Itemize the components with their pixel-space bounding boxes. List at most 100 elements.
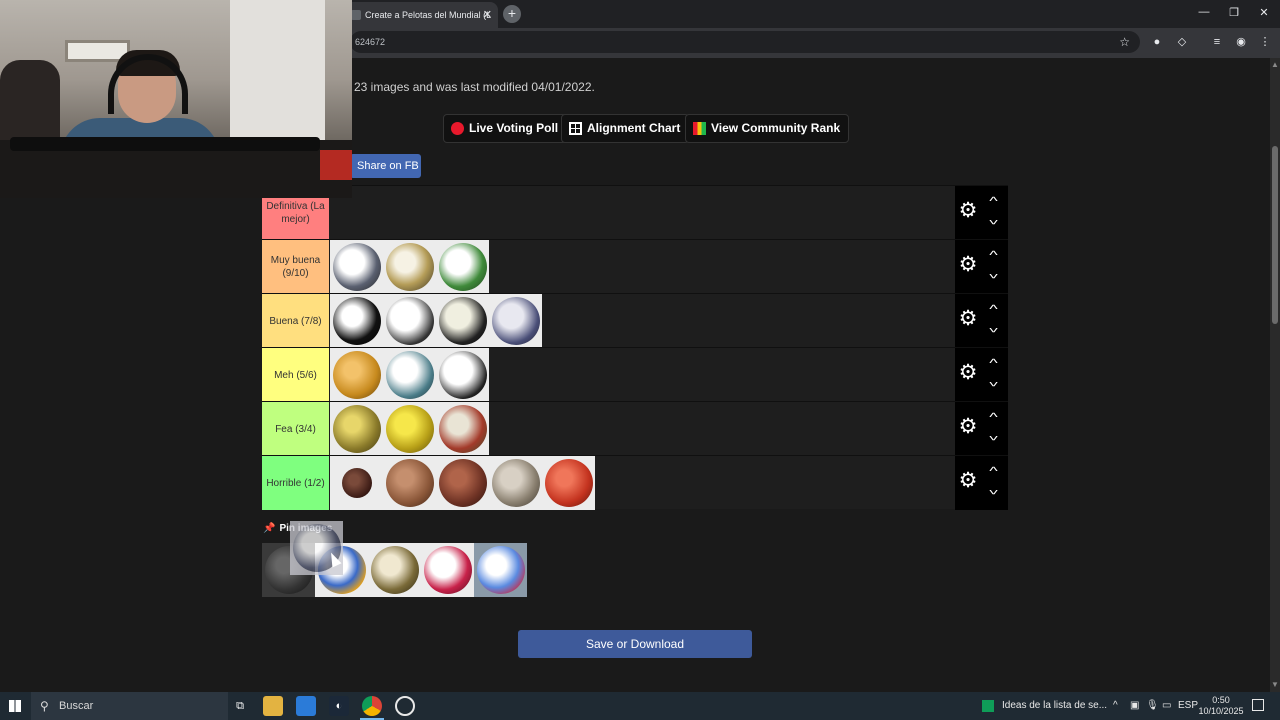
profile-avatar-icon[interactable]: ◉: [1234, 35, 1248, 49]
tier-label[interactable]: Horrible (1/2): [262, 456, 329, 510]
steam-icon[interactable]: ◐: [329, 696, 349, 716]
tier-label[interactable]: Buena (7/8): [262, 294, 329, 348]
chrome-icon[interactable]: [362, 696, 382, 716]
webcam-keyboard: [10, 137, 320, 151]
move-down-icon[interactable]: ^: [982, 321, 1005, 335]
tier-items[interactable]: [330, 294, 542, 348]
tab-close-icon[interactable]: ✕: [483, 2, 492, 28]
taskbar-news-widget[interactable]: Ideas de la lista de se...: [982, 692, 1107, 720]
move-up-icon[interactable]: ^: [982, 195, 1005, 207]
notification-icon[interactable]: [1252, 699, 1264, 711]
tier-controls: ⚙ ^ ^: [955, 294, 1008, 348]
file-explorer-icon[interactable]: [263, 696, 283, 716]
ball-image[interactable]: [436, 348, 489, 402]
ball-image[interactable]: [436, 240, 489, 294]
scroll-up-icon[interactable]: ▲: [1271, 60, 1279, 69]
move-up-icon[interactable]: ^: [982, 357, 1005, 369]
move-down-icon[interactable]: ^: [982, 267, 1005, 281]
tier-row-muy-buena[interactable]: Muy buena (9/10) ⚙ ^ ^: [262, 239, 1008, 294]
tier-row-definitiva[interactable]: Definitiva (La mejor) ⚙ ^ ^: [262, 185, 1008, 240]
gear-icon[interactable]: ⚙: [958, 362, 978, 383]
ball-image[interactable]: [436, 456, 489, 510]
tierlist-info-text: 23 images and was last modified 04/01/20…: [354, 80, 595, 94]
media-control-icon[interactable]: ≡: [1210, 35, 1224, 49]
gear-icon[interactable]: ⚙: [958, 470, 978, 491]
language-indicator[interactable]: ESP: [1178, 692, 1198, 720]
ball-image[interactable]: [383, 456, 436, 510]
taskbar-search[interactable]: ⚲ Buscar: [31, 692, 228, 720]
ball-image[interactable]: [489, 456, 542, 510]
move-up-icon[interactable]: ^: [982, 411, 1005, 423]
ball-image[interactable]: [330, 402, 383, 456]
ball-image[interactable]: [383, 348, 436, 402]
windows-start-icon[interactable]: [9, 700, 21, 712]
ball-image[interactable]: [330, 348, 383, 402]
address-bar[interactable]: 624672 ☆: [350, 31, 1140, 53]
tab-title: Create a Pelotas del Mundial (L: [365, 10, 492, 20]
extension-icon[interactable]: ●: [1150, 35, 1164, 49]
browser-tab[interactable]: Create a Pelotas del Mundial (L ✕: [345, 2, 498, 28]
page-scrollbar[interactable]: ▲ ▼: [1270, 58, 1280, 692]
restore-button[interactable]: ❐: [1222, 6, 1246, 19]
move-down-icon[interactable]: ^: [982, 429, 1005, 443]
tier-items[interactable]: [330, 456, 595, 510]
tier-items[interactable]: [330, 240, 489, 294]
ball-image[interactable]: [436, 294, 489, 348]
taskbar-clock[interactable]: 0:50 10/10/2025: [1196, 695, 1246, 717]
ball-image[interactable]: [330, 240, 383, 294]
gear-icon[interactable]: ⚙: [958, 254, 978, 275]
tier-label[interactable]: Meh (5/6): [262, 348, 329, 402]
tier-label[interactable]: Fea (3/4): [262, 402, 329, 456]
ball-image[interactable]: [383, 294, 436, 348]
tier-row-buena[interactable]: Buena (7/8) ⚙ ^ ^: [262, 293, 1008, 348]
ball-image[interactable]: [542, 456, 595, 510]
move-up-icon[interactable]: ^: [982, 249, 1005, 261]
ball-image[interactable]: [383, 402, 436, 456]
ball-image[interactable]: [489, 294, 542, 348]
menu-kebab-icon[interactable]: ⋮: [1258, 35, 1272, 49]
tier-row-fea[interactable]: Fea (3/4) ⚙ ^ ^: [262, 401, 1008, 456]
gear-icon[interactable]: ⚙: [958, 416, 978, 437]
move-down-icon[interactable]: ^: [982, 213, 1005, 227]
ball-image[interactable]: [436, 402, 489, 456]
save-or-download-button[interactable]: Save or Download: [518, 630, 752, 658]
minimize-button[interactable]: —: [1192, 6, 1216, 18]
live-voting-poll-button[interactable]: Live Voting Poll: [443, 114, 568, 143]
microphone-icon[interactable]: 🎙: [1146, 692, 1159, 720]
tier-items[interactable]: [330, 348, 489, 402]
ball-image[interactable]: [421, 543, 474, 597]
ball-image[interactable]: [330, 456, 383, 510]
share-on-fb-button[interactable]: Share on FB: [350, 154, 421, 178]
new-tab-button[interactable]: +: [503, 5, 521, 23]
tier-label[interactable]: Muy buena (9/10): [262, 240, 329, 294]
move-down-icon[interactable]: ^: [982, 483, 1005, 497]
tier-items[interactable]: [330, 402, 489, 456]
move-up-icon[interactable]: ^: [982, 465, 1005, 477]
move-up-icon[interactable]: ^: [982, 303, 1005, 315]
task-view-icon[interactable]: ⧉: [230, 696, 250, 716]
alignment-chart-button[interactable]: Alignment Chart: [561, 114, 690, 143]
store-icon[interactable]: [296, 696, 316, 716]
view-community-rank-button[interactable]: View Community Rank: [685, 114, 850, 143]
scroll-down-icon[interactable]: ▼: [1271, 680, 1279, 689]
obs-icon[interactable]: [395, 696, 415, 716]
scrollbar-thumb[interactable]: [1272, 146, 1278, 324]
tier-row-horrible[interactable]: Horrible (1/2) ⚙ ^ ^: [262, 455, 1008, 510]
close-window-button[interactable]: ✕: [1252, 6, 1276, 19]
ball-image[interactable]: [383, 240, 436, 294]
dragged-ball-image[interactable]: [290, 521, 343, 575]
move-down-icon[interactable]: ^: [982, 375, 1005, 389]
live-dot-icon: [451, 122, 464, 135]
ball-image[interactable]: [474, 543, 527, 597]
tier-row-meh[interactable]: Meh (5/6) ⚙ ^ ^: [262, 347, 1008, 402]
bookmark-star-icon[interactable]: ☆: [1119, 31, 1130, 53]
puzzle-extensions-icon[interactable]: ◇: [1175, 35, 1189, 49]
tier-controls: ⚙ ^ ^: [955, 186, 1008, 240]
gear-icon[interactable]: ⚙: [958, 200, 978, 221]
network-icon[interactable]: ▭: [1162, 692, 1171, 720]
tray-app-icon[interactable]: ▣: [1130, 692, 1139, 720]
ball-image[interactable]: [368, 543, 421, 597]
tray-chevron-icon[interactable]: ^: [1113, 692, 1118, 720]
gear-icon[interactable]: ⚙: [958, 308, 978, 329]
ball-image[interactable]: [330, 294, 383, 348]
